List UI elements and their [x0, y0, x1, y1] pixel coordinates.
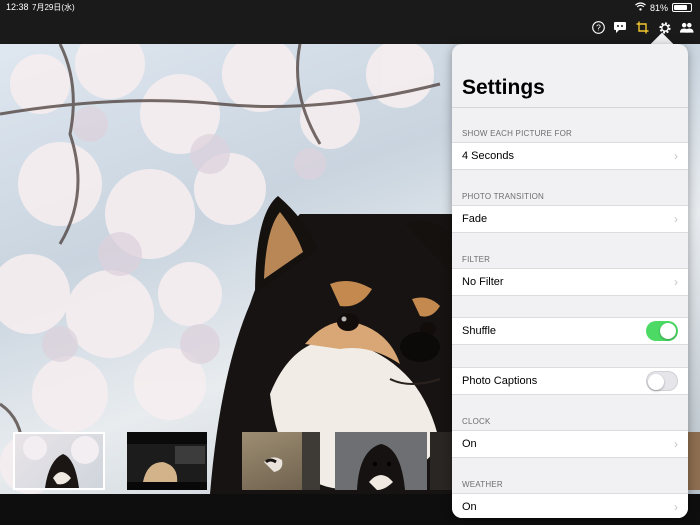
duration-value: 4 Seconds — [462, 150, 514, 162]
photo-thumbnail[interactable] — [13, 432, 105, 490]
captions-label: Photo Captions — [462, 375, 538, 387]
divider — [452, 107, 688, 108]
toggle-knob — [660, 323, 676, 339]
status-time: 12:38 — [6, 2, 29, 12]
photo-thumbnail[interactable] — [127, 432, 207, 490]
toggle-knob — [648, 374, 664, 390]
transition-value: Fade — [462, 213, 488, 225]
battery-icon — [672, 3, 692, 12]
section-label-clock: CLOCK — [462, 417, 491, 426]
chevron-right-icon: › — [674, 275, 678, 289]
top-bar: 12:38 7月29日(水) 81% ? — [0, 0, 700, 44]
shuffle-label: Shuffle — [462, 325, 497, 337]
wifi-icon — [635, 2, 646, 13]
shuffle-row: Shuffle — [452, 317, 688, 345]
weather-value: On — [462, 501, 477, 513]
section-label-weather: WEATHER — [462, 480, 503, 489]
duration-row[interactable]: 4 Seconds › — [452, 142, 688, 170]
settings-popover: Settings SHOW EACH PICTURE FOR 4 Seconds… — [452, 44, 688, 518]
toolbar: ? — [591, 20, 694, 35]
gear-icon[interactable] — [657, 20, 672, 35]
svg-text:?: ? — [596, 23, 601, 33]
battery-percent: 81% — [649, 2, 668, 13]
captions-toggle[interactable] — [646, 371, 678, 391]
photo-thumbnail[interactable] — [688, 432, 700, 490]
clock-value: On — [462, 438, 477, 450]
chevron-right-icon: › — [674, 149, 678, 163]
photo-thumbnail[interactable] — [430, 432, 452, 490]
captions-row: Photo Captions — [452, 367, 688, 395]
people-icon[interactable] — [679, 20, 694, 35]
filter-value: No Filter — [462, 276, 504, 288]
status-right: 81% — [635, 2, 692, 13]
chevron-right-icon: › — [674, 437, 678, 451]
clock-row[interactable]: On › — [452, 430, 688, 458]
settings-title: Settings — [462, 76, 545, 99]
status-date: 7月29日(水) — [32, 3, 75, 12]
crop-icon[interactable] — [635, 20, 650, 35]
shuffle-toggle[interactable] — [646, 321, 678, 341]
photo-thumbnail[interactable] — [242, 432, 320, 490]
chevron-right-icon: › — [674, 212, 678, 226]
chat-icon[interactable] — [613, 20, 628, 35]
section-label-show-each-picture: SHOW EACH PICTURE FOR — [462, 129, 572, 138]
weather-row[interactable]: On › — [452, 493, 688, 518]
photo-thumbnail[interactable] — [335, 432, 427, 490]
chevron-right-icon: › — [674, 500, 678, 514]
filter-row[interactable]: No Filter › — [452, 268, 688, 296]
transition-row[interactable]: Fade › — [452, 205, 688, 233]
section-label-photo-transition: PHOTO TRANSITION — [462, 192, 545, 201]
section-label-filter: FILTER — [462, 255, 491, 264]
help-icon[interactable]: ? — [591, 20, 606, 35]
